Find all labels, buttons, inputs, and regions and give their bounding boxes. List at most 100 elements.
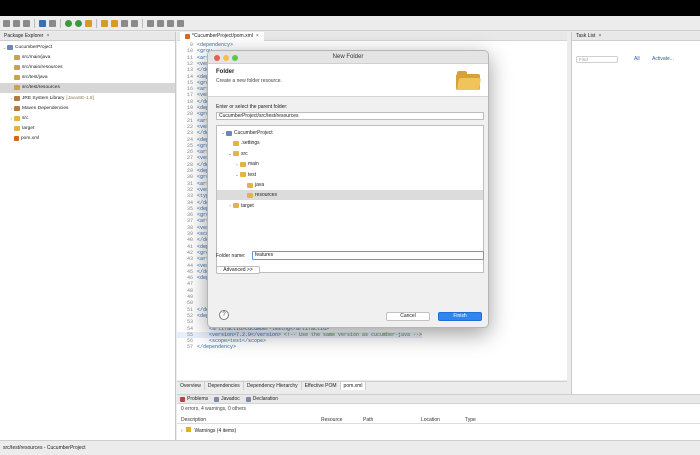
package-explorer-tree: ⌄ CucumberProject src/main/java src/main/re… [0,41,175,144]
forward-icon[interactable] [177,19,184,27]
folder-icon [456,71,482,90]
open-type-icon[interactable] [121,19,128,27]
problems-summary: 0 errors, 4 warnings, 0 others [181,406,247,412]
minimize-window-button[interactable] [223,55,229,61]
task-find-input[interactable]: Find [576,56,618,63]
folder-tree-item-label: CucumberProject [234,130,273,136]
xml-file-icon [14,136,19,142]
package-explorer-tab-label: Package Explorer [4,33,44,39]
window-top-bar [0,0,700,16]
problems-column-header[interactable]: Resource [321,417,342,423]
folder-tree-item[interactable]: › target [217,201,483,211]
run-icon[interactable] [75,19,82,27]
pom-page-tab[interactable]: Dependencies [205,382,244,390]
task-list-tab[interactable]: Task List × [572,32,700,41]
zoom-window-button[interactable] [232,55,238,61]
folder-tree-item[interactable]: ⌄ test [217,170,483,180]
package-explorer-item-label: target [22,126,35,132]
pom-page-tab[interactable]: Overview [177,382,205,390]
pom-page-tab[interactable]: pom.xml [340,382,367,390]
cancel-button[interactable]: Cancel [386,312,430,321]
package-explorer-item-label: src/test/java [22,75,48,81]
close-icon[interactable]: × [598,33,601,39]
problems-column-header[interactable]: Type [465,417,476,423]
activate-task-link[interactable]: Activate... [652,56,674,62]
problems-row-label: Warnings (4 items) [194,428,237,434]
folder-tree-item[interactable]: java [217,180,483,190]
problems-column-header[interactable]: Location [421,417,440,423]
folder-tree-item[interactable]: ⌄ CucumberProject [217,128,483,138]
problems-view-tab-label: Problems [187,396,209,402]
chevron-right-icon[interactable]: › [181,428,183,434]
package-explorer-item[interactable]: pom.xml [0,134,175,144]
problems-view-tab[interactable]: Problems [180,396,208,402]
new-package-icon[interactable] [101,19,108,27]
package-explorer-item[interactable]: src/test/resources [0,82,175,93]
save-icon[interactable] [13,19,20,27]
search-icon[interactable] [131,19,138,27]
close-icon[interactable]: × [46,33,49,39]
build-icon[interactable] [39,19,46,27]
editor-tab-bar: *CucumberProject/pom.xml × [177,31,567,41]
close-icon[interactable]: × [256,33,259,39]
problems-row-warnings[interactable]: › Warnings (4 items) [181,427,236,434]
folder-tree-item[interactable]: ⌄ src [217,149,483,159]
package-explorer-item[interactable]: › Maven Dependencies [0,103,175,113]
all-tasks-link[interactable]: All [634,56,640,62]
folder-name-input[interactable]: features [252,251,484,260]
terminal-icon[interactable] [49,19,56,27]
parent-folder-input[interactable]: CucumberProject/src/test/resources [216,112,484,120]
folder-tree-item-label: java [255,182,265,188]
advanced-button[interactable]: Advanced >> [216,266,260,274]
finish-button[interactable]: Finish [438,312,482,321]
package-explorer-panel: Package Explorer × ⌄ CucumberProject src/m… [0,32,176,440]
back-icon[interactable] [167,19,174,27]
folder-icon [14,126,20,132]
package-explorer-item-label: src/main/resources [22,64,63,70]
xml-file-icon [185,33,190,39]
main-toolbar [0,16,700,31]
close-window-button[interactable] [214,55,220,61]
code-text: <scope>test</scope> [197,338,267,345]
new-class-icon[interactable] [111,19,118,27]
package-explorer-item[interactable]: › JRE System Library [JavaSE-1.8] [0,93,175,103]
problems-view-tab[interactable]: Javadoc [214,396,240,402]
save-all-icon[interactable] [23,19,30,27]
folder-tree-item[interactable]: › main [217,159,483,169]
folder-tree-item-label: .settings [241,140,260,147]
folder-tree-item[interactable]: resources [217,190,483,201]
line-number: 57 [186,344,193,351]
pom-page-tab[interactable]: Effective POM [302,382,341,390]
problems-view-tab-label: Declaration [252,396,279,402]
package-explorer-item-label: CucumberProject [15,44,53,50]
folder-icon [233,203,239,209]
external-tools-icon[interactable] [85,19,92,27]
new-file-icon[interactable] [3,19,10,27]
package-explorer-item[interactable]: ⌄ CucumberProject [0,42,175,52]
previous-annotation-icon[interactable] [157,19,164,27]
editor-tab-pom[interactable]: *CucumberProject/pom.xml × [180,31,264,41]
task-list-tab-label: Task List [576,33,596,39]
package-explorer-item[interactable]: src/test/java [0,73,175,83]
code-text: </dependency> [197,344,237,351]
project-icon [226,130,232,136]
package-explorer-item[interactable]: › src [0,113,175,123]
next-annotation-icon[interactable] [147,19,154,27]
problems-view-tab[interactable]: Declaration [245,396,279,402]
problems-view-tab-label: Javadoc [221,396,240,402]
package-explorer-item[interactable]: src/main/resources [0,62,175,72]
problems-column-header[interactable]: Description [181,417,206,423]
package-explorer-item[interactable]: src/main/java [0,52,175,62]
problems-table-header: Description Resource Path Location Type [177,416,700,424]
pom-page-tab[interactable]: Dependency Hierarchy [244,382,302,390]
package-explorer-item-label: src/main/java [22,54,51,60]
package-folder-icon [14,75,20,81]
debug-icon[interactable] [65,19,72,27]
package-folder-icon [14,85,20,91]
code-text: <dependency> [197,42,234,48]
package-explorer-tab[interactable]: Package Explorer × [0,32,175,41]
package-explorer-item[interactable]: target [0,124,175,134]
help-icon[interactable]: ? [219,310,229,320]
folder-tree-item[interactable]: .settings [217,138,483,148]
problems-column-header[interactable]: Path [363,417,373,423]
